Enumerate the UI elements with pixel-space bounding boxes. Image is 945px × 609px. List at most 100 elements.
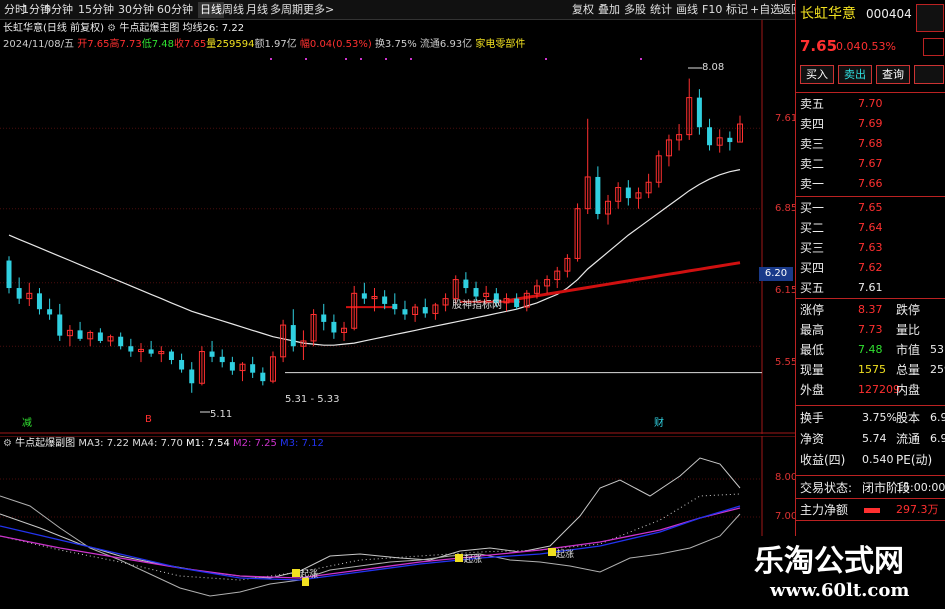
- toolbar-action[interactable]: F10: [702, 2, 722, 18]
- period-tab[interactable]: 日线: [198, 2, 224, 18]
- event-marker: [305, 58, 307, 60]
- event-marker: [345, 58, 347, 60]
- buy-level-price: 7.63: [858, 241, 883, 254]
- candle-body: [260, 372, 266, 382]
- signal-2: 起涨: [464, 555, 483, 565]
- event-marker: [385, 58, 387, 60]
- candle-body: [727, 137, 733, 143]
- trade-status-label: 交易状态:: [800, 481, 853, 495]
- fin-label: 换手: [800, 411, 825, 425]
- candle-body: [402, 309, 408, 315]
- sub-y-label-2: 7.00: [775, 511, 798, 522]
- candle-body: [625, 187, 631, 199]
- candle-body: [250, 364, 256, 373]
- y-label-3: 6.15: [775, 285, 798, 296]
- candle-body: [361, 293, 367, 299]
- toolbar-action[interactable]: 画线: [676, 2, 698, 18]
- period-tab[interactable]: 月线: [246, 2, 268, 18]
- sell-level-price: 7.69: [858, 117, 883, 130]
- fin-value-2: 6.9: [930, 411, 945, 424]
- mark-b: B: [145, 414, 152, 425]
- buy-level-label: 买五: [800, 281, 825, 295]
- buy-level-label: 买一: [800, 201, 825, 215]
- sell-level-price: 7.70: [858, 97, 883, 110]
- sell-button[interactable]: 卖出: [838, 65, 872, 84]
- trend-line: [506, 261, 741, 303]
- y-label-1: 7.61: [775, 113, 798, 124]
- fin-label-2: 流通: [896, 432, 921, 446]
- panel-stock-name: 长虹华意: [800, 6, 856, 22]
- candle-body: [148, 349, 154, 354]
- net-flow-bar: [864, 508, 880, 513]
- mark-reduce: 减: [22, 418, 32, 429]
- toolbar-action[interactable]: 叠加: [598, 2, 620, 18]
- sell-level-price: 7.67: [858, 157, 883, 170]
- buy-level-label: 买三: [800, 241, 825, 255]
- toolbar-action[interactable]: 统计: [650, 2, 672, 18]
- dotted-line: [0, 493, 741, 581]
- stat-value: 7.48: [858, 343, 883, 356]
- stat-label: 最高: [800, 323, 825, 337]
- sell-level-label: 卖一: [800, 177, 825, 191]
- candle-body: [6, 260, 12, 289]
- candlestick-chart[interactable]: [0, 20, 795, 434]
- site-watermark: 乐淘公式网 www.60lt.com: [748, 536, 945, 609]
- toolbar-action[interactable]: +自选: [750, 2, 781, 18]
- y-label-2: 6.85: [775, 203, 798, 214]
- buy-level-label: 买二: [800, 221, 825, 235]
- fin-label-2: 股本: [896, 411, 921, 425]
- event-marker: [410, 58, 412, 60]
- candle-body: [696, 97, 702, 128]
- candle-body: [219, 356, 225, 363]
- buy-level-price: 7.65: [858, 201, 883, 214]
- more-button[interactable]: [914, 65, 944, 84]
- candle-body: [514, 298, 520, 308]
- period-tab[interactable]: 更多>: [303, 2, 334, 18]
- sell-level-price: 7.68: [858, 137, 883, 150]
- signal-label: 股神指标网: [452, 300, 502, 311]
- event-marker: [545, 58, 547, 60]
- buy-button[interactable]: 买入: [800, 65, 834, 84]
- candle-body: [422, 307, 428, 314]
- indicator-subchart[interactable]: [0, 436, 795, 609]
- stat-label-2: 总量: [896, 363, 921, 377]
- toolbar-action[interactable]: 复权: [572, 2, 594, 18]
- candle-body: [595, 176, 601, 214]
- candle-body: [77, 330, 83, 339]
- stat-label-2: 内盘: [896, 383, 921, 397]
- buy-level-price: 7.64: [858, 221, 883, 234]
- period-tab[interactable]: 5分钟: [44, 2, 73, 18]
- panel-price: 7.65: [800, 37, 838, 55]
- panel-stock-code: 000404: [866, 7, 912, 21]
- candle-body: [321, 314, 327, 322]
- buy-level-label: 买四: [800, 261, 825, 275]
- period-tab[interactable]: 15分钟: [78, 2, 114, 18]
- y-label-4: 5.55: [775, 357, 798, 368]
- toolbar-action[interactable]: 标记: [726, 2, 748, 18]
- period-tab[interactable]: 60分钟: [157, 2, 193, 18]
- candle-body: [229, 362, 235, 371]
- stat-value: 127209: [858, 383, 900, 396]
- toolbar-action[interactable]: 多股: [624, 2, 646, 18]
- event-marker: [270, 58, 272, 60]
- sell-level-label: 卖二: [800, 157, 825, 171]
- candle-body: [36, 293, 42, 310]
- fin-label: 净资: [800, 432, 825, 446]
- event-marker: [640, 58, 642, 60]
- sell-level-price: 7.66: [858, 177, 883, 190]
- period-tab[interactable]: 周线: [222, 2, 244, 18]
- candle-body: [331, 321, 337, 333]
- sell-level-label: 卖四: [800, 117, 825, 131]
- stat-label-2: 市值: [896, 343, 921, 357]
- query-button[interactable]: 查询: [876, 65, 910, 84]
- candle-body: [16, 288, 22, 299]
- panel-badge: [916, 4, 944, 32]
- fin-value: 3.75%: [862, 411, 897, 424]
- panel-change: 0.04: [836, 40, 861, 53]
- period-tab[interactable]: 30分钟: [118, 2, 154, 18]
- fin-label-2: PE(动): [896, 453, 933, 467]
- candle-body: [47, 309, 53, 315]
- period-tab[interactable]: 多周期: [270, 2, 303, 18]
- candle-body: [392, 303, 398, 310]
- candle-body: [209, 351, 215, 357]
